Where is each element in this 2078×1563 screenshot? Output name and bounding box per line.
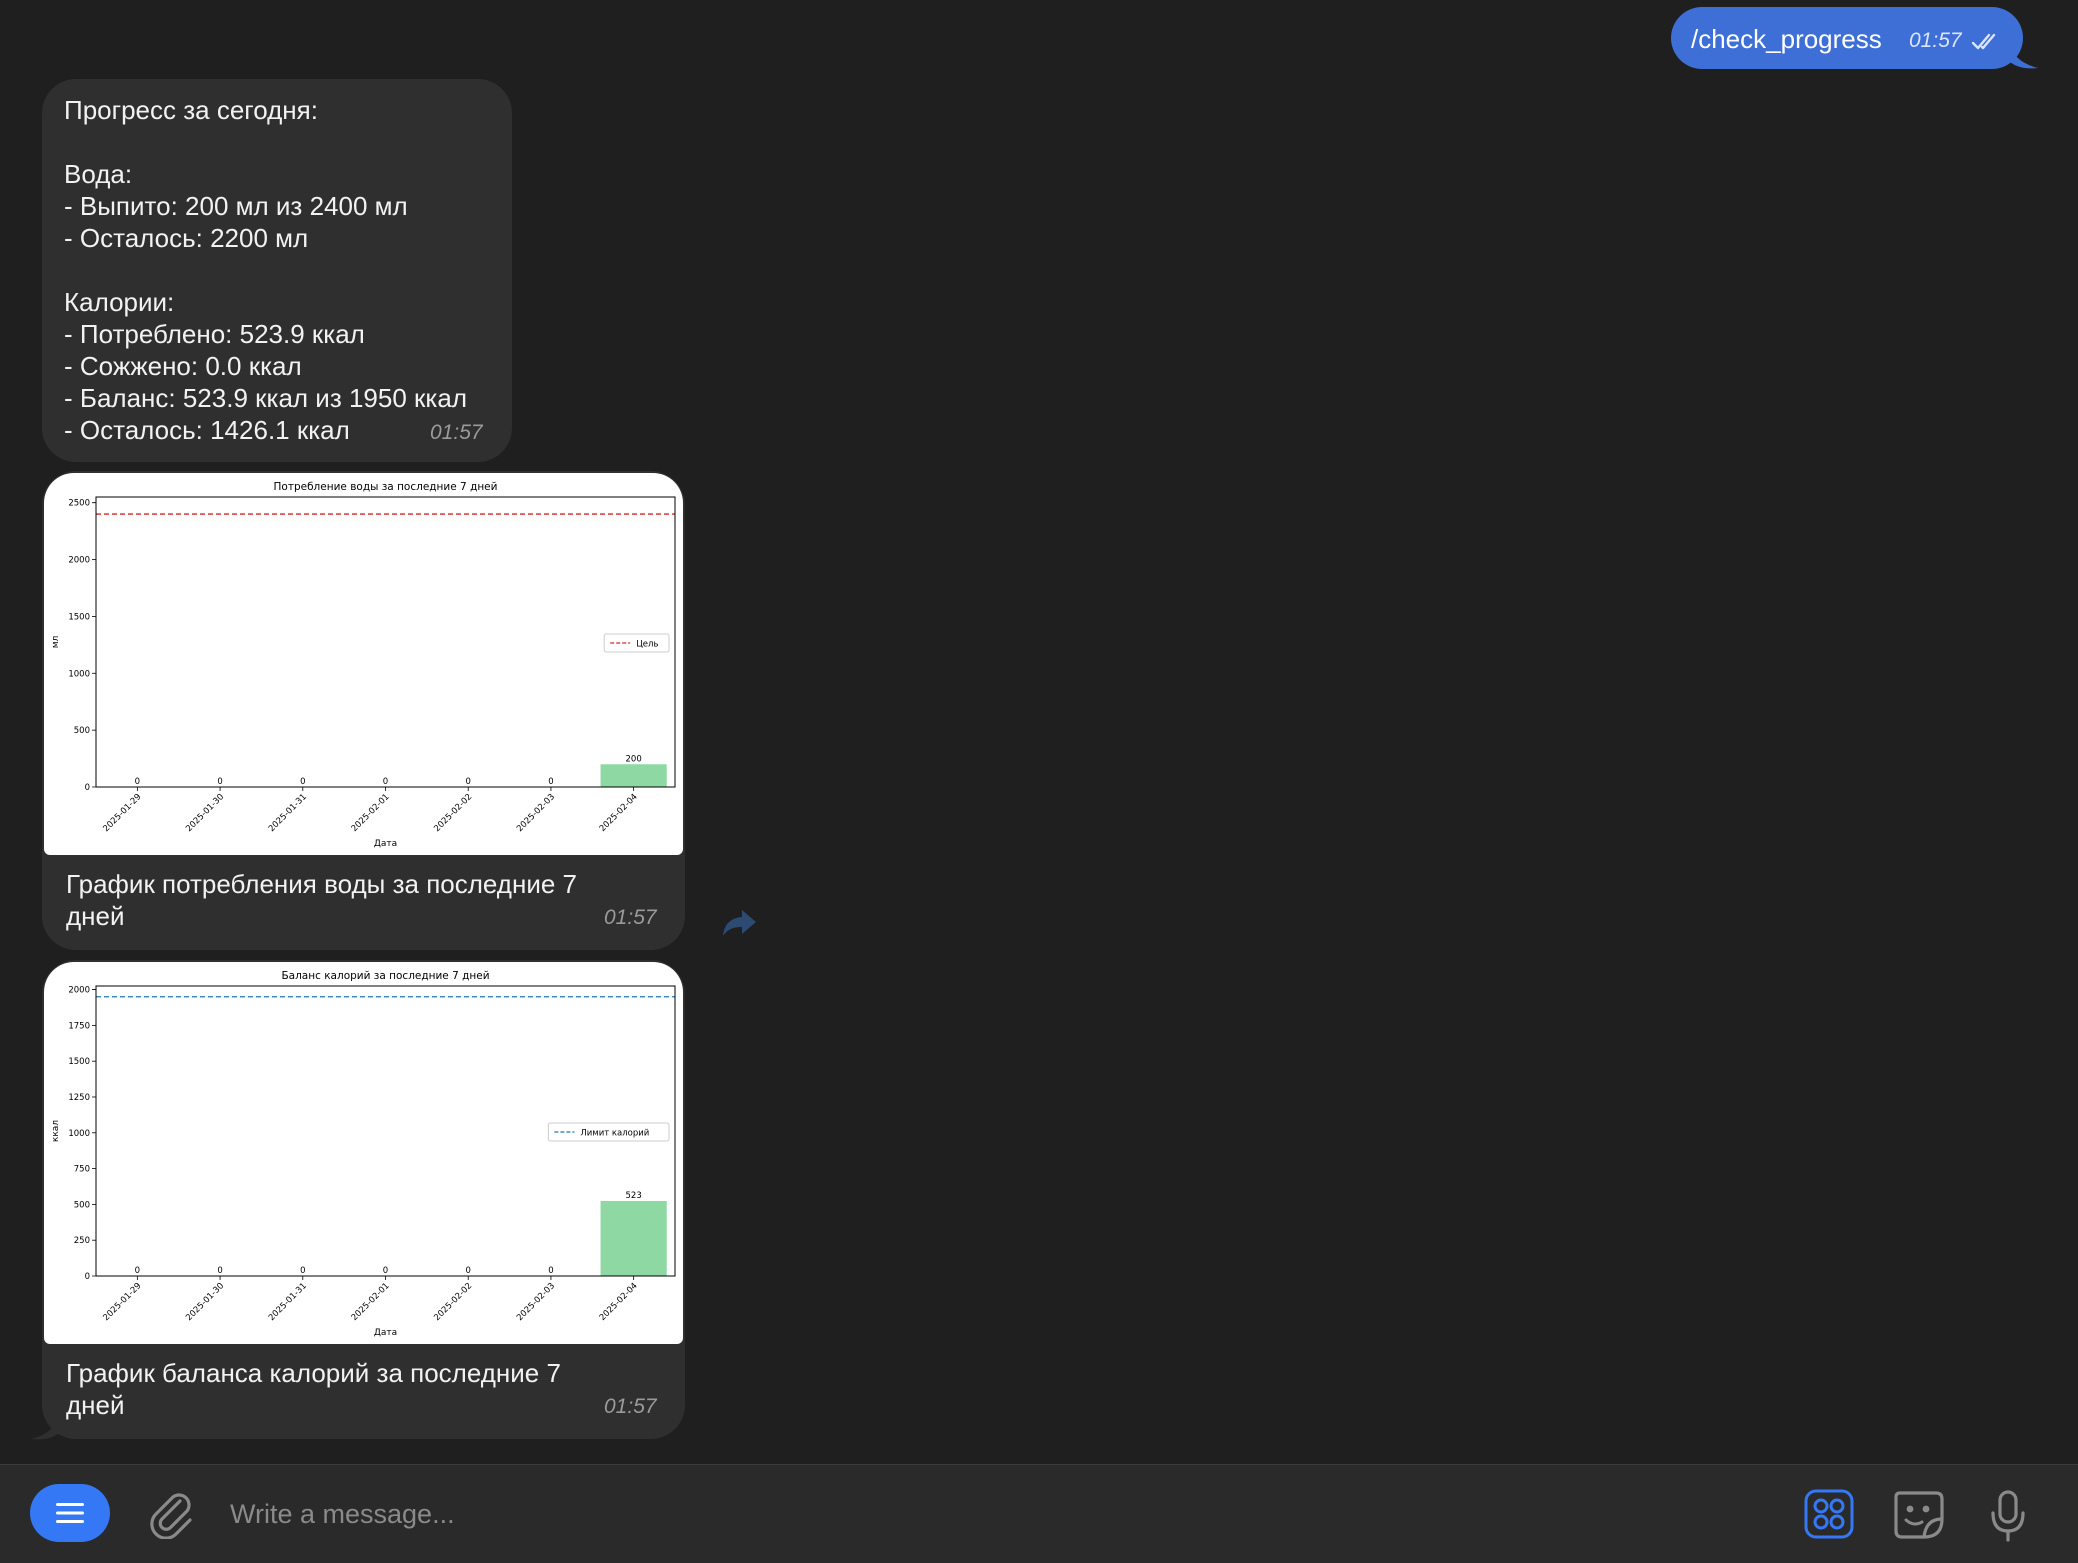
menu-icon [56, 1503, 84, 1523]
composer-bar [0, 1464, 2078, 1563]
calorie-chart-caption: График баланса калорий за последние 7 дн… [66, 1358, 561, 1420]
y-tick-label: 500 [74, 726, 90, 736]
bar-value-label: 0 [135, 777, 140, 787]
water-chart: Потребление воды за последние 7 дней 0 500… [51, 481, 676, 849]
x-tick-label: 2025-01-31 [267, 1281, 309, 1323]
x-tick-label: 2025-02-02 [432, 792, 474, 834]
paperclip-icon[interactable] [146, 1487, 196, 1539]
water-chart-caption: График потребления воды за последние 7 д… [66, 869, 577, 931]
x-tick-label: 2025-01-29 [101, 792, 143, 834]
y-tick-label: 2000 [68, 986, 90, 996]
x-tick-label: 2025-01-30 [184, 1281, 226, 1323]
x-tick-label: 2025-02-04 [598, 792, 640, 834]
progress-line: - Осталось: 2200 мл [64, 223, 309, 253]
water-chart-time: 01:57 [604, 906, 657, 929]
apps-grid-icon[interactable] [1804, 1489, 1854, 1539]
y-tick-label: 1500 [68, 612, 90, 622]
chat-history: /check_progress 01:57 Прогресс за сегодн… [0, 0, 2078, 1464]
bar-value-label: 0 [135, 1266, 140, 1276]
x-tick-label: 2025-02-01 [350, 1281, 392, 1323]
progress-line: Прогресс за сегодня: [64, 95, 318, 125]
forward-icon [723, 910, 756, 936]
x-axis-label: Дата [374, 839, 397, 849]
outgoing-message-text: /check_progress [1691, 24, 1882, 54]
bar-value-label: 0 [466, 1266, 471, 1276]
progress-line: - Выпито: 200 мл из 2400 мл [64, 191, 408, 221]
x-tick-label: 2025-02-03 [515, 1281, 557, 1323]
x-tick-label: 2025-01-30 [184, 792, 226, 834]
calorie-chart: Баланс калорий за последние 7 дней 0 250 50… [51, 970, 676, 1338]
y-tick-label: 0 [85, 1272, 90, 1282]
y-tick-label: 1000 [68, 669, 90, 679]
bar-value-label: 0 [383, 777, 388, 787]
x-tick-label: 2025-02-01 [350, 792, 392, 834]
bar-value-label: 0 [300, 1266, 305, 1276]
x-tick-label: 2025-01-31 [267, 792, 309, 834]
y-axis-label: ккал [51, 1120, 61, 1142]
x-tick-label: 2025-02-03 [515, 792, 557, 834]
menu-button[interactable] [30, 1484, 110, 1542]
chart-title: Потребление воды за последние 7 дней [274, 481, 498, 493]
progress-line: - Потреблено: 523.9 ккал [64, 319, 365, 349]
bar-value-label: 0 [548, 1266, 553, 1276]
calorie-chart-message[interactable]: Баланс калорий за последние 7 дней 0 250 50… [42, 960, 685, 1439]
double-check-icon [1971, 33, 1996, 50]
progress-line: Калории: [64, 287, 175, 317]
message-input[interactable] [228, 1491, 1730, 1537]
water-chart-message[interactable]: Потребление воды за последние 7 дней 0 500… [42, 471, 685, 950]
bar-value-label: 0 [466, 777, 471, 787]
progress-line: - Сожжено: 0.0 ккал [64, 351, 302, 381]
bar-value-label: 0 [300, 777, 305, 787]
y-tick-label: 2000 [68, 556, 90, 566]
y-tick-label: 1500 [68, 1057, 90, 1067]
y-tick-label: 1250 [68, 1093, 90, 1103]
plot-frame [95, 496, 676, 788]
y-tick-label: 2500 [68, 499, 90, 509]
bar-value-label: 0 [217, 1266, 222, 1276]
forward-button[interactable] [718, 900, 762, 944]
y-tick-label: 1750 [68, 1021, 90, 1031]
y-tick-label: 750 [74, 1165, 90, 1175]
x-tick-label: 2025-01-29 [101, 1281, 143, 1323]
progress-line: Вода: [64, 159, 133, 189]
water-chart-image[interactable]: Потребление воды за последние 7 дней 0 500… [44, 473, 683, 855]
calorie-chart-image[interactable]: Баланс калорий за последние 7 дней 0 250 50… [44, 962, 683, 1344]
outgoing-message-time: 01:57 [1909, 29, 1962, 52]
y-tick-label: 250 [74, 1236, 90, 1246]
progress-message-time: 01:57 [430, 421, 483, 444]
incoming-bubble-tail [31, 1415, 59, 1440]
y-axis-label: мл [51, 636, 61, 649]
y-tick-label: 500 [74, 1200, 90, 1210]
bar-value-label: 0 [383, 1266, 388, 1276]
microphone-icon[interactable] [1988, 1489, 2028, 1543]
outgoing-message[interactable]: /check_progress 01:57 [1671, 7, 2023, 69]
y-tick-label: 1000 [68, 1129, 90, 1139]
bar [600, 1200, 667, 1276]
x-tick-label: 2025-02-04 [598, 1281, 640, 1323]
calorie-chart-time: 01:57 [604, 1395, 657, 1418]
x-axis-label: Дата [374, 1328, 397, 1338]
progress-message[interactable]: Прогресс за сегодня: Вода: - Выпито: 200… [42, 79, 512, 462]
bar-value-label: 0 [217, 777, 222, 787]
bar-value-label: 0 [548, 777, 553, 787]
legend-label: Цель [636, 640, 658, 650]
y-tick-label: 0 [85, 783, 90, 793]
sticker-icon[interactable] [1892, 1489, 1946, 1541]
bar-value-label: 523 [626, 1191, 642, 1201]
outgoing-bubble-tail [2010, 44, 2038, 69]
progress-line: - Баланс: 523.9 ккал из 1950 ккал [64, 383, 467, 413]
chart-title: Баланс калорий за последние 7 дней [281, 970, 489, 982]
bar [600, 764, 667, 787]
progress-line: - Осталось: 1426.1 ккал [64, 415, 350, 445]
x-tick-label: 2025-02-02 [432, 1281, 474, 1323]
bar-value-label: 200 [626, 754, 642, 764]
legend-label: Лимит калорий [580, 1129, 649, 1139]
